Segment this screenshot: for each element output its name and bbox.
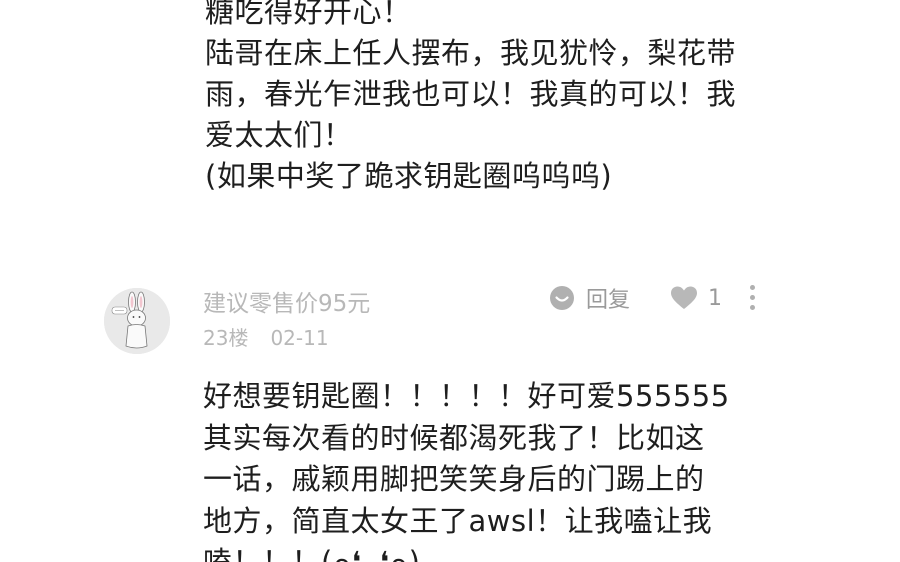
comment-username[interactable]: 建议零售价95元 [203,284,370,318]
heart-icon [671,286,697,309]
previous-comment-line: 糖吃得好开心！ [205,0,412,29]
previous-comment-body: 糖吃得好开心！ 陆哥在床上任人摆布，我见犹怜，梨花带 雨，春光乍泄我也可以！我真… [205,0,805,197]
more-dots-icon [749,285,755,290]
comment-line: 地方，简直太女王了awsl！让我嗑让我 [203,503,713,538]
like-button[interactable]: 1 [670,283,722,313]
avatar[interactable] [104,288,170,354]
reply-button[interactable]: 回复 [548,283,630,313]
comment-meta: 23楼 02-11 [203,322,329,351]
comment-line: 其实每次看的时候都渴死我了！比如这 [203,420,705,455]
avatar-rabbit-icon [104,288,170,354]
comment-line: 一话，戚颖用脚把笑笑身后的门踢上的 [203,462,705,496]
previous-comment-line: (如果中奖了跪求钥匙圈呜呜呜) [205,159,613,193]
comment-body: 好想要钥匙圈！！！！！好可爱555555 其实每次看的时候都渴死我了！比如这 一… [203,376,803,562]
comment-thread: 糖吃得好开心！ 陆哥在床上任人摆布，我见犹怜，梨花带 雨，春光乍泄我也可以！我真… [0,0,900,562]
reply-bubble-icon [550,286,574,310]
comment-date: 02-11 [270,326,329,350]
floor-number: 23楼 [203,326,249,350]
more-options-button[interactable] [742,282,762,316]
comment-line: 好想要钥匙圈！！！！！好可爱555555 [203,379,730,413]
like-count: 1 [708,285,722,311]
reply-label: 回复 [586,288,631,313]
previous-comment-line: 陆哥在床上任人摆布，我见犹怜，梨花带 [205,36,737,70]
previous-comment-line: 爱太太们！ [205,118,353,152]
previous-comment-line: 雨，春光乍泄我也可以！我真的可以！我 [205,77,737,111]
comment-line: 嗑！！！(๑❛ᴗ❛๑) [203,545,421,562]
